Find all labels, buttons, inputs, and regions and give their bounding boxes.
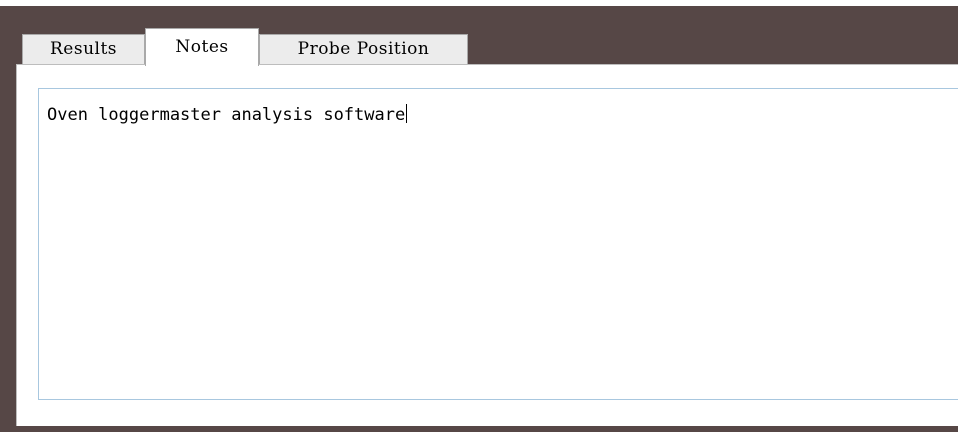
window-frame: Results Notes Probe Position Oven logger… (0, 6, 958, 432)
notes-text-area[interactable]: Oven loggermaster analysis software (38, 88, 958, 400)
notes-text: Oven loggermaster analysis software (47, 105, 406, 125)
notes-tab-panel: Oven loggermaster analysis software (16, 64, 958, 426)
tab-strip: Results Notes Probe Position (0, 6, 958, 66)
tab-results[interactable]: Results (22, 34, 145, 64)
text-caret (406, 104, 408, 123)
tab-probe-position[interactable]: Probe Position (259, 34, 468, 64)
tab-notes[interactable]: Notes (145, 28, 259, 66)
